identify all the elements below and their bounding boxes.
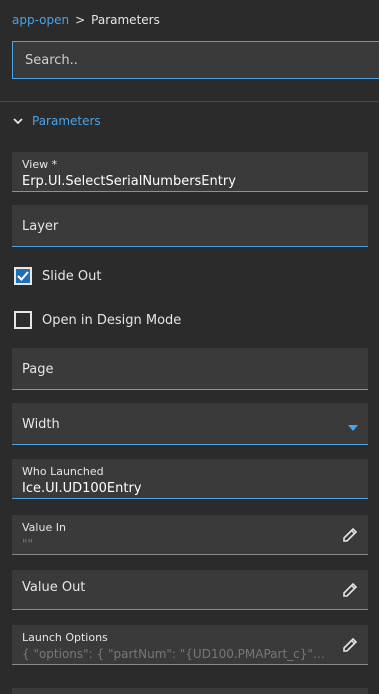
parameters-section-toggle[interactable]: Parameters (12, 114, 101, 128)
pencil-icon[interactable] (342, 637, 358, 653)
pencil-icon[interactable] (342, 527, 358, 543)
dropdown-arrow-icon[interactable] (348, 425, 358, 431)
view-label: View * (22, 158, 58, 171)
who-launched-label: Who Launched (22, 465, 104, 478)
launch-options-field[interactable]: Launch Options { "options": { "partNum":… (12, 625, 368, 665)
value-in-label: Value In (22, 521, 66, 534)
view-field[interactable]: View * Erp.UI.SelectSerialNumbersEntry (12, 152, 368, 192)
breadcrumb-app-open-link[interactable]: app-open (12, 13, 69, 27)
value-in-field[interactable]: Value In "" (12, 515, 368, 555)
layer-field[interactable]: Layer (12, 205, 368, 247)
width-field[interactable]: Width (12, 403, 368, 445)
next-field-edge (12, 688, 368, 694)
open-design-mode-checkbox-row[interactable]: Open in Design Mode (14, 311, 181, 329)
layer-label: Layer (22, 219, 59, 234)
breadcrumb-separator: > (75, 13, 86, 27)
launch-options-label: Launch Options (22, 631, 108, 644)
view-value: Erp.UI.SelectSerialNumbersEntry (22, 174, 236, 189)
pencil-icon[interactable] (342, 582, 358, 598)
who-launched-field[interactable]: Who Launched Ice.UI.UD100Entry (12, 459, 368, 499)
value-out-field[interactable]: Value Out (12, 570, 368, 610)
divider (0, 101, 379, 102)
checkmark-icon (17, 271, 29, 281)
value-out-label: Value Out (22, 580, 86, 595)
slide-out-checkbox[interactable] (14, 267, 32, 285)
search-box[interactable] (12, 41, 379, 79)
section-title: Parameters (32, 114, 101, 128)
value-in-placeholder: "" (22, 537, 34, 551)
breadcrumb-current: Parameters (91, 13, 160, 27)
launch-options-placeholder: { "options": { "partNum": "{UD100.PMAPar… (22, 647, 327, 661)
open-design-mode-label: Open in Design Mode (42, 312, 182, 328)
page-label: Page (22, 362, 54, 377)
who-launched-value: Ice.UI.UD100Entry (22, 481, 142, 496)
breadcrumb: app-open > Parameters (12, 13, 160, 27)
slide-out-label: Slide Out (42, 268, 102, 284)
page-field[interactable]: Page (12, 348, 368, 390)
search-input[interactable] (23, 51, 376, 69)
open-design-mode-checkbox[interactable] (14, 311, 32, 329)
chevron-down-icon (13, 118, 23, 125)
slide-out-checkbox-row[interactable]: Slide Out (14, 267, 101, 285)
width-label: Width (22, 417, 60, 432)
